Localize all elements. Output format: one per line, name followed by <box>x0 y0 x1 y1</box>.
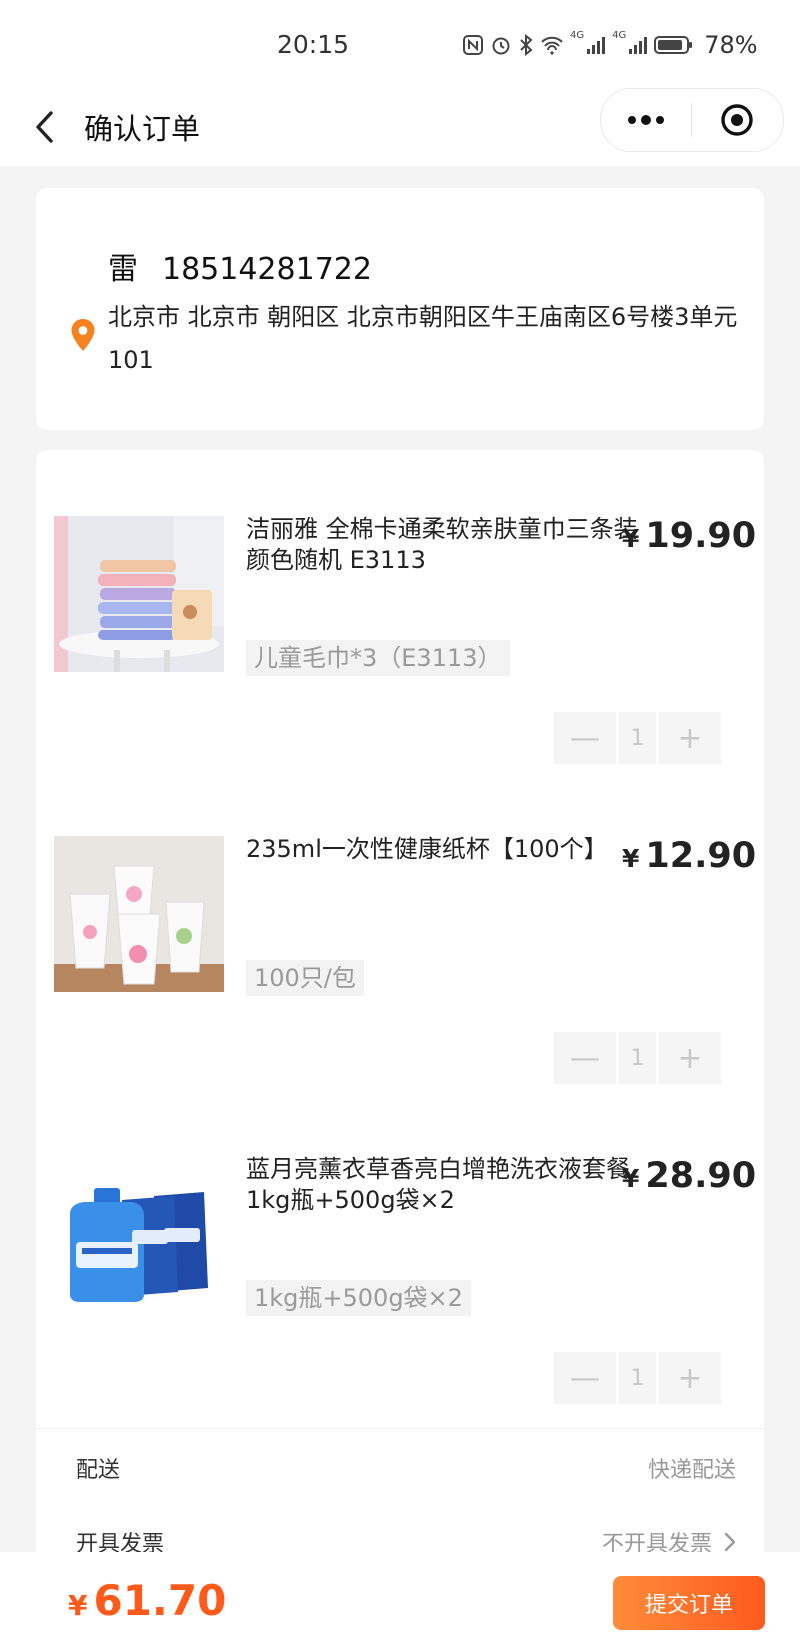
decrease-button[interactable]: — <box>554 712 616 764</box>
decrease-button[interactable]: — <box>554 1352 616 1404</box>
delivery-value: 快递配送 <box>647 1458 736 1483</box>
price-value: 28.90 <box>645 1156 757 1196</box>
recipient-phone: 18514281722 <box>162 252 372 287</box>
address-card[interactable]: 雷 18514281722 北京市 北京市 朝阳区 北京市朝阳区牛王庙南区6号楼3… <box>36 188 764 430</box>
submit-order-button[interactable]: 提交订单 <box>613 1576 765 1630</box>
alarm-icon <box>492 37 510 55</box>
price-value: 19.90 <box>645 516 757 556</box>
item-name: 235ml一次性健康纸杯【100个】 <box>246 835 608 863</box>
currency-symbol: ¥ <box>622 844 640 873</box>
total-value: 61.70 <box>93 1576 227 1625</box>
more-icon <box>628 115 664 125</box>
status-icons: 4G 4G 78% <box>462 30 758 60</box>
item-price: ¥12.90 <box>622 836 756 876</box>
battery-icon <box>654 36 693 54</box>
paper-cup-image <box>54 836 224 992</box>
increase-button[interactable]: + <box>659 1352 721 1404</box>
item-spec-badge: 1kg瓶+500g袋×2 <box>246 1280 471 1316</box>
chevron-right-icon <box>724 1532 736 1552</box>
nfc-icon <box>463 35 483 55</box>
recipient-name: 雷 <box>108 252 138 287</box>
item-price: ¥19.90 <box>622 516 756 556</box>
item-spec-badge: 儿童毛巾*3（E3113） <box>246 640 510 676</box>
status-time: 20:15 <box>277 30 350 59</box>
bluetooth-icon <box>520 34 533 56</box>
detergent-image <box>54 1156 224 1312</box>
currency-symbol: ¥ <box>622 1164 640 1193</box>
currency-symbol: ¥ <box>68 1589 88 1622</box>
mini-program-capsule <box>600 88 784 152</box>
item-price: ¥28.90 <box>622 1156 756 1196</box>
close-target-icon <box>721 104 753 136</box>
order-total: ¥61.70 <box>68 1576 226 1625</box>
more-button[interactable] <box>601 89 691 151</box>
battery-percent: 78% <box>704 31 758 59</box>
price-value: 12.90 <box>645 836 757 876</box>
page-title: 确认订单 <box>84 112 201 146</box>
quantity-value[interactable]: 1 <box>619 712 656 764</box>
network-label-1: 4G <box>570 30 585 41</box>
order-items-card: 洁丽雅 全棉卡通柔软亲肤童巾三条装 颜色随机 E3113 ¥19.90 儿童毛巾… <box>36 450 764 1650</box>
quantity-stepper: — 1 + <box>554 1352 729 1404</box>
quantity-value[interactable]: 1 <box>619 1032 656 1084</box>
item-spec-badge: 100只/包 <box>246 960 364 996</box>
nav-bar: 确认订单 <box>0 88 800 166</box>
location-pin-icon <box>71 319 95 351</box>
back-icon <box>36 111 53 143</box>
order-item: 235ml一次性健康纸杯【100个】 ¥12.90 100只/包 — 1 + <box>36 770 764 1084</box>
checkout-bar: ¥61.70 提交订单 <box>0 1552 800 1650</box>
status-bar: 20:15 4G 4G 78% <box>0 0 800 88</box>
recipient-line: 雷 18514281722 <box>108 244 372 288</box>
increase-button[interactable]: + <box>659 712 721 764</box>
quantity-stepper: — 1 + <box>554 712 729 764</box>
currency-symbol: ¥ <box>622 524 640 553</box>
wifi-icon <box>541 36 563 55</box>
delivery-address: 北京市 北京市 朝阳区 北京市朝阳区牛王庙南区6号楼3单元101 <box>108 303 738 374</box>
item-name: 蓝月亮薰衣草香亮白增艳洗衣液套餐1kg瓶+500g袋×2 <box>246 1155 630 1214</box>
close-mini-program-button[interactable] <box>692 89 782 151</box>
item-name: 洁丽雅 全棉卡通柔软亲肤童巾三条装 颜色随机 E3113 <box>246 515 638 574</box>
order-item: 洁丽雅 全棉卡通柔软亲肤童巾三条装 颜色随机 E3113 ¥19.90 儿童毛巾… <box>36 450 764 764</box>
back-button[interactable] <box>24 102 64 152</box>
signal-icon-2 <box>629 37 648 54</box>
order-item: 蓝月亮薰衣草香亮白增艳洗衣液套餐1kg瓶+500g袋×2 ¥28.90 1kg瓶… <box>36 1090 764 1404</box>
towel-image <box>54 516 224 672</box>
decrease-button[interactable]: — <box>554 1032 616 1084</box>
quantity-value[interactable]: 1 <box>619 1352 656 1404</box>
quantity-stepper: — 1 + <box>554 1032 729 1084</box>
network-label-2: 4G <box>612 30 627 41</box>
section-divider <box>36 1428 764 1429</box>
increase-button[interactable]: + <box>659 1032 721 1084</box>
delivery-label: 配送 <box>76 1458 121 1483</box>
signal-icon <box>587 37 606 54</box>
